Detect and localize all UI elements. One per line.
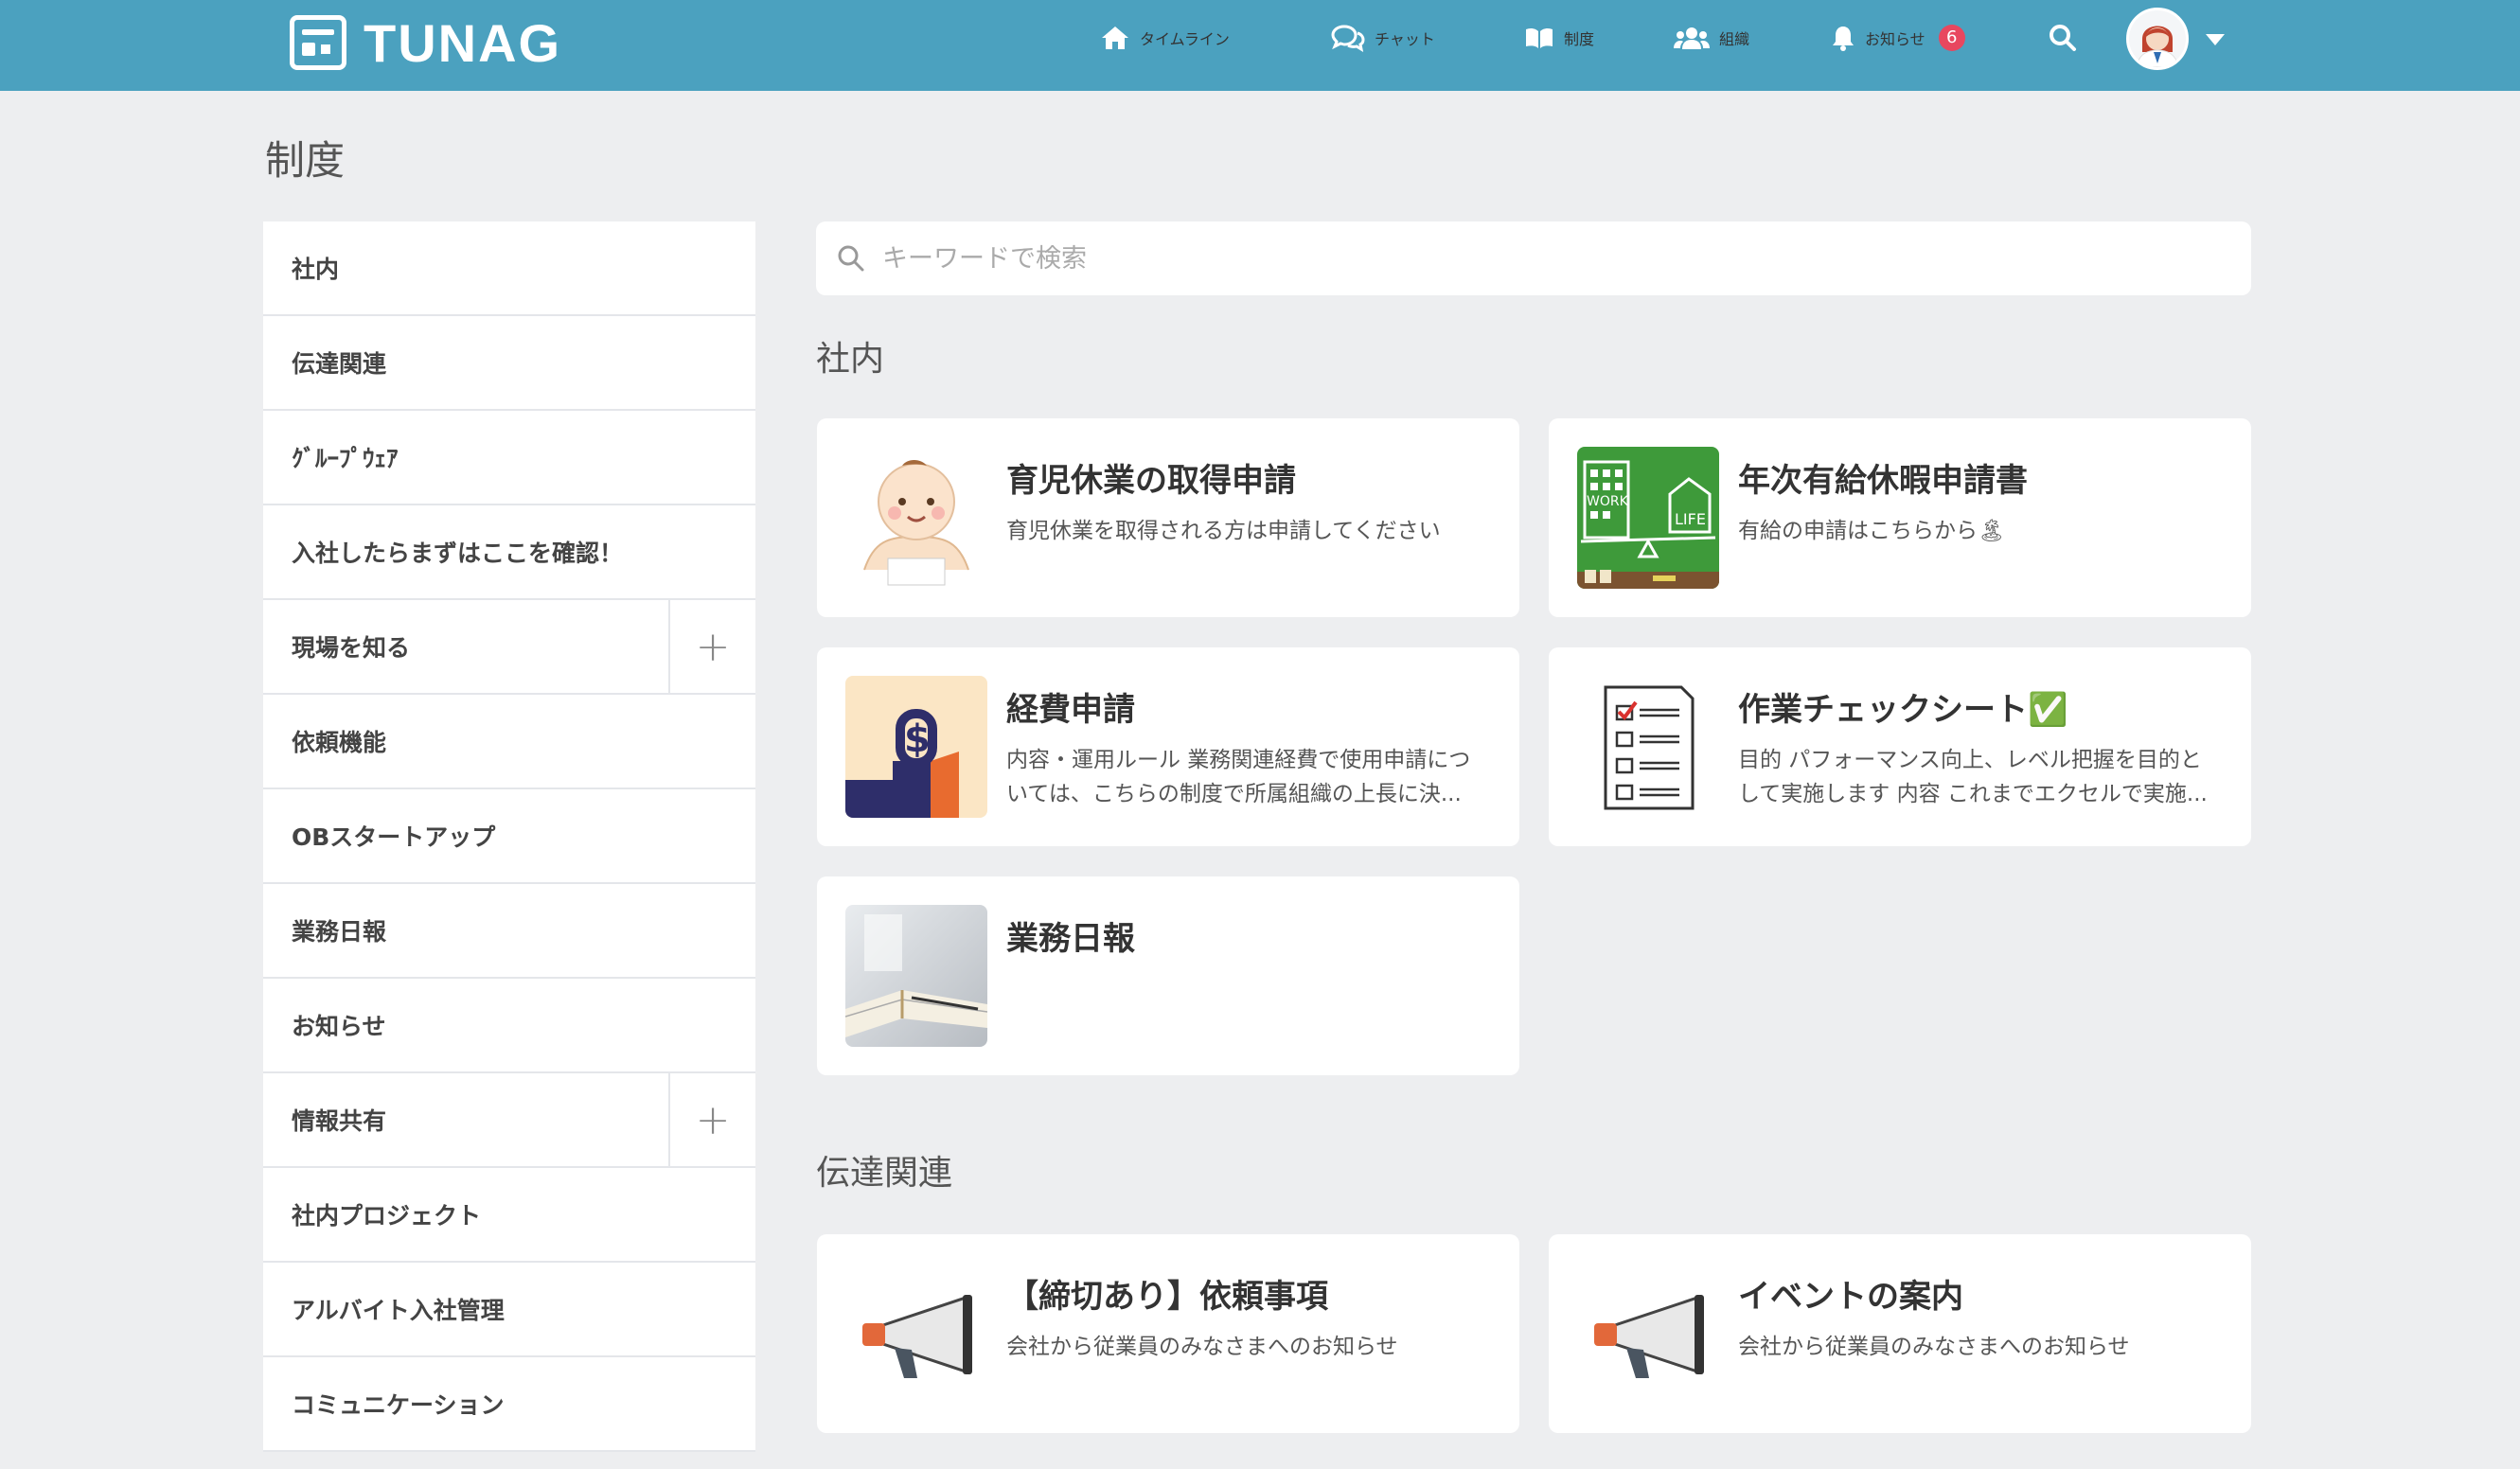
sidebar-item-dentatsu[interactable]: 伝達関連 xyxy=(263,316,755,411)
sidebar-item-onboarding[interactable]: 入社したらまずはここを確認！ xyxy=(263,505,755,600)
sidebar-item-label: 業務日報 xyxy=(292,918,387,946)
nav-chat-label: チャット xyxy=(1375,30,1435,48)
card-description: 会社から従業員のみなさまへのお知らせ xyxy=(1738,1335,2130,1359)
section-title: 伝達関連 xyxy=(816,1154,953,1193)
sidebar-item-label: 現場を知る xyxy=(292,634,411,662)
system-card[interactable]: $ 経費申請 内容・運用ルール 業務関連経費で使用申請については、こちらの制度で… xyxy=(817,647,1519,846)
sidebar-item-shanai[interactable]: 社内 xyxy=(263,221,755,316)
users-icon xyxy=(1674,27,1710,49)
card-description: 目的 パフォーマンス向上、レベル把握を目的として実施します 内容 これまでエクセ… xyxy=(1738,748,2208,806)
nav-organization[interactable]: 組織 xyxy=(1674,19,1749,57)
keyword-search-input[interactable] xyxy=(880,242,2111,274)
logo-icon xyxy=(290,15,346,70)
card-description: 内容・運用ルール 業務関連経費で使用申請については、こちらの制度で所属組織の上長… xyxy=(1006,748,1471,806)
nav-notifications-label: お知らせ xyxy=(1865,30,1925,48)
sidebar-item-project[interactable]: 社内プロジェクト xyxy=(263,1168,755,1263)
expand-plus-icon[interactable]: + xyxy=(668,600,755,693)
sidebar-item-genba[interactable]: 現場を知る + xyxy=(263,600,755,695)
card-title: 【締切あり】依頼事項 xyxy=(1006,1278,1328,1316)
work-life-balance-illustration-icon: WORK LIFE xyxy=(1577,447,1719,589)
nav-timeline[interactable]: タイムライン xyxy=(1100,19,1230,57)
search-icon xyxy=(838,245,864,272)
sidebar-item-label: OBスタートアップ xyxy=(292,823,496,851)
page-title: 制度 xyxy=(265,137,346,184)
card-title: 年次有給休暇申請書 xyxy=(1738,462,2028,500)
tunag-logo[interactable]: TUNAG xyxy=(290,9,561,76)
sidebar-item-label: 依頼機能 xyxy=(292,729,387,756)
card-description: 育児休業を取得される方は申請してください xyxy=(1006,519,1441,543)
checklist-illustration-icon xyxy=(1577,676,1719,818)
bell-icon xyxy=(1833,27,1854,51)
sidebar-item-label: お知らせ xyxy=(292,1013,386,1040)
card-description: 会社から従業員のみなさまへのお知らせ xyxy=(1006,1335,1398,1359)
notification-count-badge: 6 xyxy=(1938,25,1965,51)
top-header: TUNAG タイムライン チャット 制度 組織 お知らせ 6 xyxy=(0,0,2520,91)
sidebar-item-joho[interactable]: 情報共有 + xyxy=(263,1073,755,1168)
nav-system-label: 制度 xyxy=(1564,30,1595,48)
svg-text:WORK: WORK xyxy=(1587,494,1629,509)
svg-text:LIFE: LIFE xyxy=(1675,510,1706,528)
sidebar-item-label: アルバイト入社管理 xyxy=(292,1297,505,1324)
sidebar-item-label: 情報共有 xyxy=(292,1107,387,1135)
nav-timeline-label: タイムライン xyxy=(1140,30,1230,48)
sidebar-item-label: 入社したらまずはここを確認！ xyxy=(292,540,624,567)
logo-text: TUNAG xyxy=(364,12,562,73)
sidebar-item-communication[interactable]: コミュニケーション xyxy=(263,1357,755,1452)
card-title: イベントの案内 xyxy=(1738,1278,1963,1316)
sidebar-item-label: コミュニケーション xyxy=(292,1391,505,1419)
expand-plus-icon[interactable]: + xyxy=(668,1073,755,1166)
search-icon xyxy=(2050,25,2076,51)
dollar-lock-illustration-icon: $ xyxy=(845,676,987,818)
user-menu-chevron-down-icon[interactable] xyxy=(2206,34,2225,45)
category-sidebar: 社内 伝達関連 ｸﾞﾙｰﾌﾟｳｪｱ 入社したらまずはここを確認！ 現場を知る +… xyxy=(263,221,755,1452)
card-title: 作業チェックシート✅ xyxy=(1738,691,2068,729)
megaphone-illustration-icon xyxy=(845,1263,987,1405)
system-card[interactable]: 業務日報 xyxy=(817,876,1519,1075)
card-title: 業務日報 xyxy=(1006,920,1135,958)
sidebar-item-irai[interactable]: 依頼機能 xyxy=(263,695,755,789)
sidebar-item-nippo[interactable]: 業務日報 xyxy=(263,884,755,979)
card-title: 経費申請 xyxy=(1006,691,1135,729)
system-card[interactable]: 【締切あり】依頼事項 会社から従業員のみなさまへのお知らせ xyxy=(817,1234,1519,1433)
header-search-button[interactable] xyxy=(2049,19,2077,57)
notebook-photo-icon xyxy=(845,905,987,1047)
sidebar-item-label: 社内 xyxy=(292,256,340,283)
sidebar-item-label: ｸﾞﾙｰﾌﾟｳｪｱ xyxy=(292,445,399,472)
nav-organization-label: 組織 xyxy=(1719,30,1750,48)
baby-illustration-icon xyxy=(845,447,987,589)
chat-icon xyxy=(1331,25,1365,52)
card-title: 育児休業の取得申請 xyxy=(1006,462,1296,500)
nav-notifications[interactable]: お知らせ 6 xyxy=(1831,19,1965,57)
system-card[interactable]: 作業チェックシート✅ 目的 パフォーマンス向上、レベル把握を目的として実施します… xyxy=(1549,647,2251,846)
system-card[interactable]: イベントの案内 会社から従業員のみなさまへのお知らせ xyxy=(1549,1234,2251,1433)
book-icon xyxy=(1526,27,1553,48)
card-description: 有給の申請はこちらから🏝 xyxy=(1738,519,2006,543)
nav-chat[interactable]: チャット xyxy=(1331,19,1435,57)
home-icon xyxy=(1102,27,1128,49)
svg-text:$: $ xyxy=(904,717,931,761)
sidebar-item-oshirase[interactable]: お知らせ xyxy=(263,979,755,1073)
nav-system[interactable]: 制度 xyxy=(1524,19,1594,57)
sidebar-item-label: 社内プロジェクト xyxy=(292,1202,482,1230)
megaphone-illustration-icon xyxy=(1577,1263,1719,1405)
system-card[interactable]: WORK LIFE 年次有給休暇申請書 有給の申請はこちらから🏝 xyxy=(1549,418,2251,617)
section-title: 社内 xyxy=(816,340,885,379)
keyword-search-box xyxy=(816,221,2251,295)
sidebar-item-parttime[interactable]: アルバイト入社管理 xyxy=(263,1263,755,1357)
system-card[interactable]: 育児休業の取得申請 育児休業を取得される方は申請してください xyxy=(817,418,1519,617)
sidebar-item-label: 伝達関連 xyxy=(292,350,387,378)
user-avatar[interactable] xyxy=(2126,8,2189,70)
sidebar-item-groupware[interactable]: ｸﾞﾙｰﾌﾟｳｪｱ xyxy=(263,411,755,505)
sidebar-item-ob-startup[interactable]: OBスタートアップ xyxy=(263,789,755,884)
